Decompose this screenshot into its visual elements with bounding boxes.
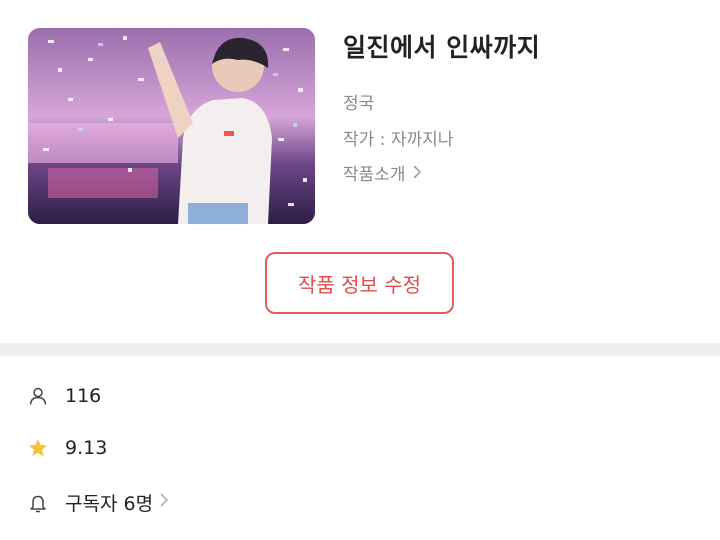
subscribers-count: 구독자 6명 [65,493,154,515]
work-author: 작가 : 자까지나 [343,130,454,150]
star-icon [28,438,48,458]
rating-value: 9.13 [65,437,108,459]
work-title: 일진에서 인싸까지 [343,33,541,62]
cover-image[interactable] [28,28,315,224]
edit-work-info-button[interactable]: 작품 정보 수정 [265,252,454,314]
work-cast: 정국 [343,94,375,114]
chevron-right-icon [159,492,169,513]
person-icon [28,386,48,406]
subscribers-link[interactable]: 구독자 6명 [28,489,169,516]
work-info: 일진에서 인싸까지 [343,30,540,66]
work-intro-link[interactable]: 작품소개 [343,163,422,187]
section-divider [0,343,720,356]
bell-icon [28,493,48,513]
rating-stat: 9.13 [28,437,107,459]
views-stat: 116 [28,385,101,407]
views-count: 116 [65,385,102,407]
work-intro-label: 작품소개 [343,165,406,185]
chevron-right-icon [412,163,422,187]
